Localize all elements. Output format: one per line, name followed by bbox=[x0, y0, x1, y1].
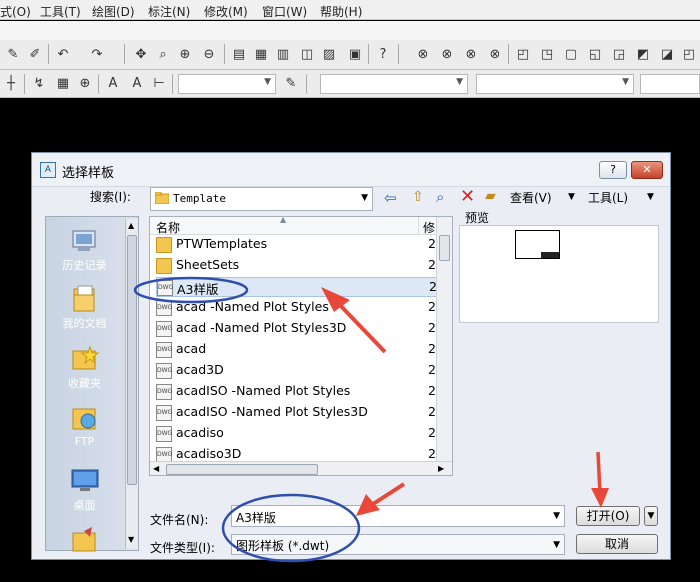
annotation-arrow-open bbox=[591, 451, 609, 508]
annotation-layer bbox=[133, 276, 609, 563]
annotation-circle-filename bbox=[221, 493, 361, 563]
annotation-arrow-file bbox=[321, 287, 387, 354]
annotation-circle-file bbox=[133, 276, 249, 304]
annotation-arrow-filename bbox=[356, 482, 406, 516]
